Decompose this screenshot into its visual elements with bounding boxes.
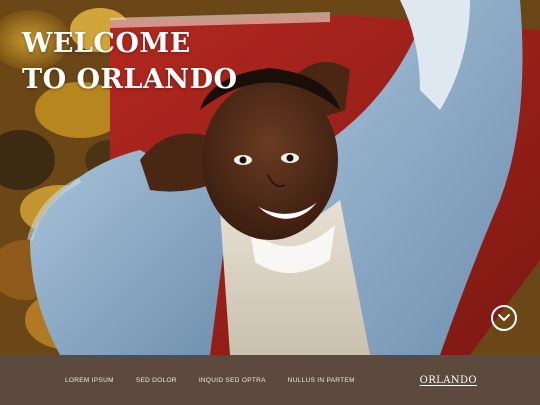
headline-line-1: WELCOME	[22, 28, 191, 59]
headline-line-2: TO ORLANDO	[22, 64, 238, 95]
hero-section: WELCOME TO ORLANDO	[0, 0, 540, 355]
scroll-down-button[interactable]	[491, 305, 517, 331]
nav-item-inquid-sed-optra[interactable]: INQUID SED OPTRA	[199, 377, 266, 384]
nav-item-lorem-ipsum[interactable]: LOREM IPSUM	[65, 377, 114, 384]
page-title: WELCOME TO ORLANDO	[22, 26, 238, 98]
page: WELCOME TO ORLANDO LOREM IPSUM SED DOLOR…	[0, 0, 540, 405]
bottom-navbar: LOREM IPSUM SED DOLOR INQUID SED OPTRA N…	[0, 355, 540, 405]
nav-links: LOREM IPSUM SED DOLOR INQUID SED OPTRA N…	[65, 355, 377, 405]
nav-item-nullus-in-partem[interactable]: NULLUS IN PARTEM	[288, 377, 355, 384]
nav-item-sed-dolor[interactable]: SED DOLOR	[136, 377, 177, 384]
chevron-down-icon	[498, 314, 510, 321]
brand-logo[interactable]: ORLANDO	[420, 355, 477, 405]
